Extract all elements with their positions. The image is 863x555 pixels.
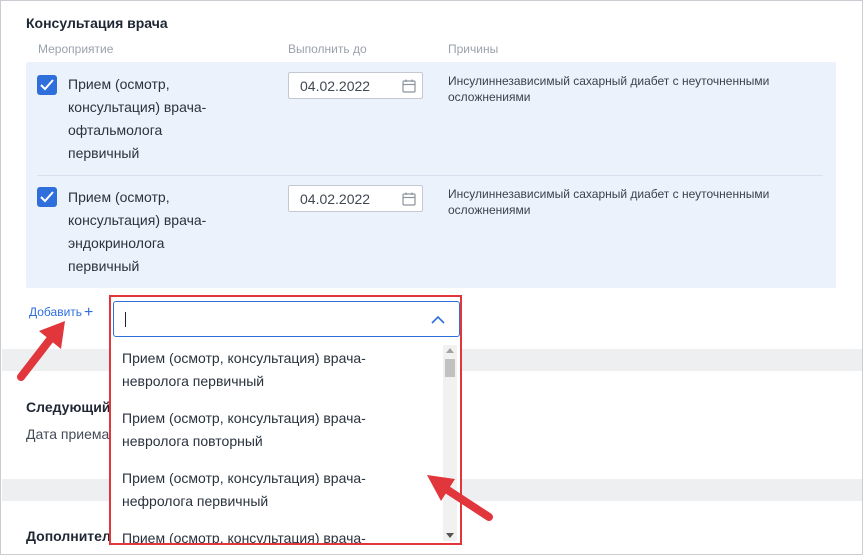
additional-section-title: Дополнител bbox=[26, 528, 111, 544]
appointment-date-label: Дата приема bbox=[26, 426, 110, 442]
consultation-panel: Консультация врача Мероприятие Выполнить… bbox=[0, 0, 863, 555]
column-header-reasons: Причины bbox=[448, 42, 499, 56]
plus-icon: + bbox=[84, 304, 94, 321]
row-divider bbox=[37, 175, 823, 176]
reason-ophthalmologist: Инсулиннезависимый сахарный диабет с неу… bbox=[448, 74, 770, 104]
reason-endocrinologist: Инсулиннезависимый сахарный диабет с неу… bbox=[448, 187, 770, 217]
option-neurologist-repeat[interactable]: Прием (осмотр, консультация) врача- невр… bbox=[122, 407, 422, 453]
scroll-thumb[interactable] bbox=[445, 359, 455, 377]
scroll-up-arrow-icon[interactable] bbox=[446, 348, 454, 353]
row-checkbox-ophthalmologist[interactable] bbox=[37, 75, 57, 95]
checkmark-icon bbox=[40, 191, 54, 203]
option-nephrologist-primary[interactable]: Прием (осмотр, консультация) врача- нефр… bbox=[122, 467, 422, 513]
option-neurologist-primary[interactable]: Прием (осмотр, консультация) врача- невр… bbox=[122, 347, 422, 393]
calendar-icon[interactable] bbox=[402, 79, 416, 93]
checkmark-icon bbox=[40, 79, 54, 91]
section-title: Консультация врача bbox=[26, 15, 168, 31]
due-date-input-endocrinologist[interactable]: 04.02.2022 bbox=[288, 185, 423, 212]
text-cursor bbox=[125, 312, 126, 327]
annotation-arrow-icon bbox=[17, 321, 65, 381]
event-select-dropdown: Прием (осмотр, консультация) врача- невр… bbox=[109, 295, 462, 545]
options-list: Прием (осмотр, консультация) врача- невр… bbox=[113, 343, 460, 543]
next-appointment-title: Следующий bbox=[26, 399, 111, 415]
annotation-arrow-icon bbox=[427, 475, 493, 521]
event-search-input[interactable] bbox=[113, 301, 460, 337]
column-header-event: Мероприятие bbox=[38, 42, 114, 56]
row-checkbox-endocrinologist[interactable] bbox=[37, 187, 57, 207]
procedure-name-endocrinologist: Прием (осмотр, консультация) врача- эндо… bbox=[68, 189, 207, 274]
scroll-down-arrow-icon[interactable] bbox=[446, 533, 454, 538]
due-date-input-ophthalmologist[interactable]: 04.02.2022 bbox=[288, 72, 423, 99]
chevron-up-icon[interactable] bbox=[431, 315, 445, 324]
procedure-name-ophthalmologist: Прием (осмотр, консультация) врача- офта… bbox=[68, 76, 207, 161]
calendar-icon[interactable] bbox=[402, 192, 416, 206]
column-header-due: Выполнить до bbox=[288, 42, 367, 56]
option-partial[interactable]: Прием (осмотр, консультация) врача- bbox=[122, 527, 422, 543]
